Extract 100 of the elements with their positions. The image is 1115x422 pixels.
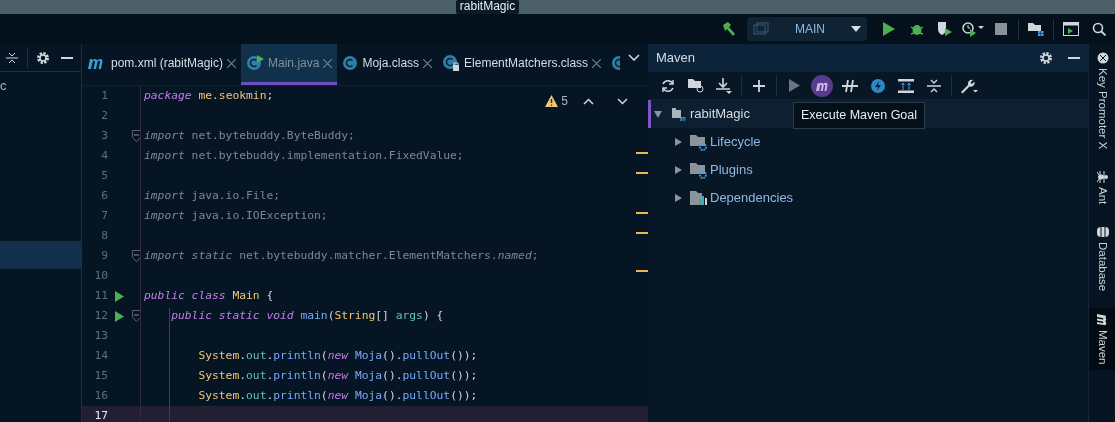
run-icon[interactable]: [114, 290, 124, 302]
editor-tab[interactable]: pom.xml (rabitMagic): [82, 44, 242, 85]
code-line: System.out.println(new Moja().pullOut());: [197, 367, 478, 384]
gear-icon: [36, 50, 50, 65]
code-line: package me.seokmin;: [143, 87, 274, 104]
line-number: 10: [93, 267, 108, 284]
tool-window-tab[interactable]: Ant: [1089, 165, 1115, 211]
line-number: 14: [93, 347, 108, 364]
run-configuration-dropdown[interactable]: MAIN: [747, 17, 867, 41]
line-number: 6: [100, 187, 108, 204]
m-circle-icon: [811, 74, 833, 97]
tooltip: Execute Maven Goal: [793, 102, 926, 129]
line-number: 11: [93, 287, 108, 304]
bug-icon: [910, 22, 924, 36]
code-line: import java.io.IOException;: [143, 207, 328, 224]
wrench-icon: [960, 77, 978, 94]
stop-icon: [995, 23, 1007, 35]
editor-tab[interactable]: Moja.class: [337, 44, 438, 85]
code-line: import static net.bytebuddy.matcher.ElementMatchers.named;: [143, 247, 539, 264]
code-line: System.out.println(new Moja().pullOut());: [197, 387, 478, 404]
code-line: public class Main {: [143, 287, 274, 304]
folder-refresh-icon: [688, 78, 704, 93]
panel-title: Maven: [656, 49, 696, 68]
code-line: public static void main(String[] args) {: [170, 307, 444, 324]
close-icon[interactable]: [227, 58, 237, 68]
line-number: 16: [93, 387, 108, 404]
folder-bars-icon: [690, 191, 708, 205]
warning-stripe-mark: [636, 172, 648, 174]
chevron-down-icon: [628, 53, 640, 61]
code-line: import net.bytebuddy.ByteBuddy;: [143, 127, 355, 144]
line-number: 3: [100, 127, 108, 144]
line-number: 4: [100, 147, 108, 164]
line-number: 17: [93, 407, 108, 422]
collapse-icon: [927, 78, 941, 93]
collapse-icon: [6, 51, 18, 64]
folder-gear-icon: [690, 161, 708, 179]
class-locked-icon: [442, 54, 461, 72]
line-number: 15: [93, 367, 108, 384]
skip-tests-icon: [842, 78, 858, 93]
shield-run-icon: [937, 21, 953, 37]
lightning-icon: [871, 78, 885, 93]
warning-icon: [545, 95, 559, 107]
run-icon: [788, 79, 800, 92]
line-number: 7: [100, 207, 108, 224]
code-line: import java.io.File;: [143, 187, 281, 204]
download-icon: [716, 77, 732, 94]
warning-stripe-mark: [636, 232, 648, 234]
warning-stripe-mark: [636, 212, 648, 214]
folder-grid-icon: [1028, 22, 1044, 36]
tree-item[interactable]: Dependencies: [648, 184, 1088, 212]
chevron-down-icon: [616, 97, 628, 105]
close-icon[interactable]: [592, 58, 602, 68]
line-number: 1: [100, 87, 108, 104]
tool-window-tab[interactable]: Key Promoter X: [1089, 46, 1115, 156]
tree-row[interactable]: c: [0, 72, 81, 100]
close-icon[interactable]: [423, 58, 433, 68]
run-icon: [883, 22, 895, 36]
fold-icon[interactable]: [132, 250, 141, 262]
minimize-icon: [61, 56, 73, 59]
plus-icon: [753, 79, 765, 92]
line-number: 2: [100, 107, 108, 124]
fold-icon[interactable]: [132, 130, 141, 142]
refresh-icon: [661, 78, 675, 93]
chevron-up-icon: [582, 97, 594, 105]
caret-icon: [674, 194, 682, 202]
line-number: 8: [100, 227, 108, 244]
window-run-icon: [1063, 22, 1079, 36]
close-icon[interactable]: [323, 58, 333, 68]
folder-gear-icon: [690, 133, 708, 151]
warning-stripe-mark: [636, 270, 648, 272]
caret-icon: [851, 26, 861, 32]
tool-window-tab[interactable]: Database: [1089, 220, 1115, 298]
tree-item[interactable]: rabitMagic Execute Maven Goal: [648, 100, 1088, 128]
clock-run-icon: [962, 21, 984, 37]
line-number: 9: [100, 247, 108, 264]
warning-count[interactable]: 5: [545, 92, 568, 110]
window-title: rabitMagic: [455, 0, 520, 14]
minimize-icon: [1068, 57, 1080, 59]
class-run-icon: [246, 55, 265, 71]
line-number: 12: [93, 307, 108, 324]
line-number: 13: [93, 327, 108, 344]
run-icon[interactable]: [114, 310, 124, 322]
line-number: 5: [100, 167, 108, 184]
module-icon: [670, 106, 688, 122]
class-icon: [342, 55, 359, 71]
fold-icon[interactable]: [132, 310, 141, 322]
tree-item[interactable]: Lifecycle: [648, 128, 1088, 156]
editor-tab[interactable]: Main.java: [241, 44, 338, 85]
m-logo-icon: [1096, 312, 1109, 327]
expand-all-icon: [898, 78, 914, 93]
ant-icon: [1096, 171, 1109, 184]
execute-goal-button[interactable]: [808, 72, 836, 99]
editor-tab[interactable]: ElementMatchers.class: [437, 44, 607, 85]
code-line: import net.bytebuddy.implementation.FixedValue;: [143, 147, 464, 164]
search-icon: [1092, 22, 1106, 36]
gear-icon: [1039, 51, 1053, 65]
tree-item[interactable]: Plugins: [648, 156, 1088, 184]
tool-window-tab[interactable]: Maven: [1089, 307, 1115, 371]
globe-icon: [1096, 52, 1109, 64]
caret-icon: [674, 138, 682, 146]
